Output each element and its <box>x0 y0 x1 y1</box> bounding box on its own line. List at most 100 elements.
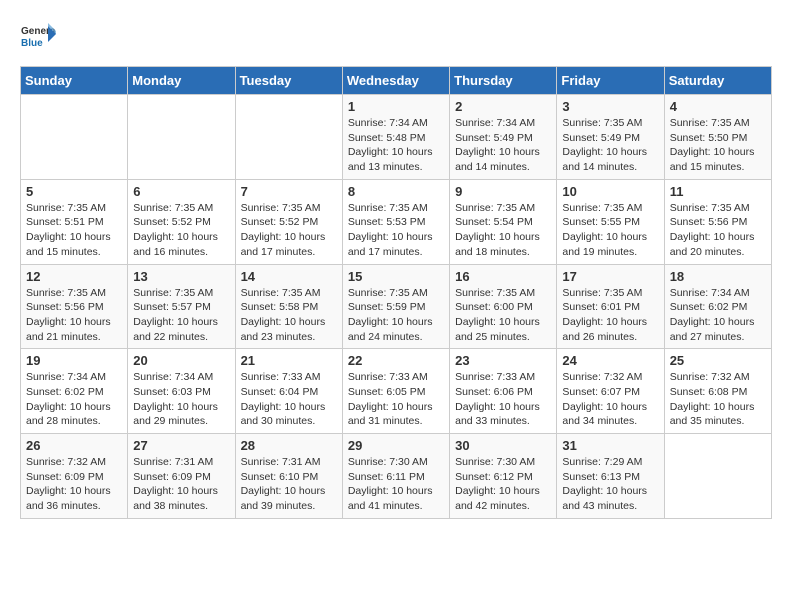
day-info: Sunrise: 7:30 AMSunset: 6:12 PMDaylight:… <box>455 455 551 514</box>
calendar-cell <box>128 95 235 180</box>
day-number: 3 <box>562 99 658 114</box>
day-info: Sunrise: 7:31 AMSunset: 6:10 PMDaylight:… <box>241 455 337 514</box>
calendar-cell: 22 Sunrise: 7:33 AMSunset: 6:05 PMDaylig… <box>342 349 449 434</box>
day-number: 13 <box>133 269 229 284</box>
calendar-cell: 6 Sunrise: 7:35 AMSunset: 5:52 PMDayligh… <box>128 179 235 264</box>
day-number: 31 <box>562 438 658 453</box>
day-info: Sunrise: 7:35 AMSunset: 5:57 PMDaylight:… <box>133 286 229 345</box>
calendar-cell: 1 Sunrise: 7:34 AMSunset: 5:48 PMDayligh… <box>342 95 449 180</box>
calendar-cell: 19 Sunrise: 7:34 AMSunset: 6:02 PMDaylig… <box>21 349 128 434</box>
header-row: SundayMondayTuesdayWednesdayThursdayFrid… <box>21 67 772 95</box>
day-info: Sunrise: 7:34 AMSunset: 6:02 PMDaylight:… <box>670 286 766 345</box>
calendar-cell: 29 Sunrise: 7:30 AMSunset: 6:11 PMDaylig… <box>342 434 449 519</box>
calendar-cell: 7 Sunrise: 7:35 AMSunset: 5:52 PMDayligh… <box>235 179 342 264</box>
day-info: Sunrise: 7:32 AMSunset: 6:08 PMDaylight:… <box>670 370 766 429</box>
calendar-cell: 15 Sunrise: 7:35 AMSunset: 5:59 PMDaylig… <box>342 264 449 349</box>
day-number: 17 <box>562 269 658 284</box>
day-number: 27 <box>133 438 229 453</box>
calendar-cell: 3 Sunrise: 7:35 AMSunset: 5:49 PMDayligh… <box>557 95 664 180</box>
day-info: Sunrise: 7:35 AMSunset: 5:52 PMDaylight:… <box>241 201 337 260</box>
week-row-3: 12 Sunrise: 7:35 AMSunset: 5:56 PMDaylig… <box>21 264 772 349</box>
calendar-cell: 28 Sunrise: 7:31 AMSunset: 6:10 PMDaylig… <box>235 434 342 519</box>
day-info: Sunrise: 7:35 AMSunset: 5:58 PMDaylight:… <box>241 286 337 345</box>
calendar-cell: 12 Sunrise: 7:35 AMSunset: 5:56 PMDaylig… <box>21 264 128 349</box>
calendar-cell <box>235 95 342 180</box>
calendar-cell: 17 Sunrise: 7:35 AMSunset: 6:01 PMDaylig… <box>557 264 664 349</box>
calendar-cell: 11 Sunrise: 7:35 AMSunset: 5:56 PMDaylig… <box>664 179 771 264</box>
day-info: Sunrise: 7:35 AMSunset: 6:00 PMDaylight:… <box>455 286 551 345</box>
day-number: 24 <box>562 353 658 368</box>
day-number: 23 <box>455 353 551 368</box>
day-info: Sunrise: 7:35 AMSunset: 5:55 PMDaylight:… <box>562 201 658 260</box>
day-number: 4 <box>670 99 766 114</box>
calendar-table: SundayMondayTuesdayWednesdayThursdayFrid… <box>20 66 772 519</box>
calendar-cell: 14 Sunrise: 7:35 AMSunset: 5:58 PMDaylig… <box>235 264 342 349</box>
day-info: Sunrise: 7:34 AMSunset: 6:03 PMDaylight:… <box>133 370 229 429</box>
day-info: Sunrise: 7:33 AMSunset: 6:05 PMDaylight:… <box>348 370 444 429</box>
calendar-cell: 13 Sunrise: 7:35 AMSunset: 5:57 PMDaylig… <box>128 264 235 349</box>
week-row-4: 19 Sunrise: 7:34 AMSunset: 6:02 PMDaylig… <box>21 349 772 434</box>
day-info: Sunrise: 7:29 AMSunset: 6:13 PMDaylight:… <box>562 455 658 514</box>
calendar-cell: 8 Sunrise: 7:35 AMSunset: 5:53 PMDayligh… <box>342 179 449 264</box>
day-info: Sunrise: 7:30 AMSunset: 6:11 PMDaylight:… <box>348 455 444 514</box>
day-number: 22 <box>348 353 444 368</box>
calendar-cell: 5 Sunrise: 7:35 AMSunset: 5:51 PMDayligh… <box>21 179 128 264</box>
day-info: Sunrise: 7:35 AMSunset: 5:53 PMDaylight:… <box>348 201 444 260</box>
calendar-cell: 23 Sunrise: 7:33 AMSunset: 6:06 PMDaylig… <box>450 349 557 434</box>
calendar-cell: 30 Sunrise: 7:30 AMSunset: 6:12 PMDaylig… <box>450 434 557 519</box>
logo-svg: General Blue <box>20 20 56 56</box>
day-info: Sunrise: 7:31 AMSunset: 6:09 PMDaylight:… <box>133 455 229 514</box>
day-info: Sunrise: 7:34 AMSunset: 5:48 PMDaylight:… <box>348 116 444 175</box>
day-number: 7 <box>241 184 337 199</box>
day-info: Sunrise: 7:34 AMSunset: 6:02 PMDaylight:… <box>26 370 122 429</box>
day-info: Sunrise: 7:33 AMSunset: 6:06 PMDaylight:… <box>455 370 551 429</box>
day-number: 1 <box>348 99 444 114</box>
day-number: 28 <box>241 438 337 453</box>
week-row-1: 1 Sunrise: 7:34 AMSunset: 5:48 PMDayligh… <box>21 95 772 180</box>
day-info: Sunrise: 7:35 AMSunset: 5:59 PMDaylight:… <box>348 286 444 345</box>
day-number: 8 <box>348 184 444 199</box>
day-number: 26 <box>26 438 122 453</box>
week-row-2: 5 Sunrise: 7:35 AMSunset: 5:51 PMDayligh… <box>21 179 772 264</box>
day-number: 19 <box>26 353 122 368</box>
header-cell-monday: Monday <box>128 67 235 95</box>
day-info: Sunrise: 7:35 AMSunset: 5:56 PMDaylight:… <box>670 201 766 260</box>
day-info: Sunrise: 7:35 AMSunset: 5:50 PMDaylight:… <box>670 116 766 175</box>
calendar-cell: 24 Sunrise: 7:32 AMSunset: 6:07 PMDaylig… <box>557 349 664 434</box>
day-number: 16 <box>455 269 551 284</box>
header-cell-wednesday: Wednesday <box>342 67 449 95</box>
day-info: Sunrise: 7:35 AMSunset: 5:54 PMDaylight:… <box>455 201 551 260</box>
day-number: 29 <box>348 438 444 453</box>
day-info: Sunrise: 7:34 AMSunset: 5:49 PMDaylight:… <box>455 116 551 175</box>
calendar-cell: 27 Sunrise: 7:31 AMSunset: 6:09 PMDaylig… <box>128 434 235 519</box>
logo: General Blue <box>20 20 56 56</box>
header-cell-tuesday: Tuesday <box>235 67 342 95</box>
header-cell-thursday: Thursday <box>450 67 557 95</box>
day-info: Sunrise: 7:35 AMSunset: 5:49 PMDaylight:… <box>562 116 658 175</box>
svg-text:Blue: Blue <box>21 38 43 49</box>
day-number: 15 <box>348 269 444 284</box>
calendar-cell: 20 Sunrise: 7:34 AMSunset: 6:03 PMDaylig… <box>128 349 235 434</box>
day-number: 30 <box>455 438 551 453</box>
day-number: 25 <box>670 353 766 368</box>
header-cell-sunday: Sunday <box>21 67 128 95</box>
week-row-5: 26 Sunrise: 7:32 AMSunset: 6:09 PMDaylig… <box>21 434 772 519</box>
calendar-cell: 9 Sunrise: 7:35 AMSunset: 5:54 PMDayligh… <box>450 179 557 264</box>
day-number: 2 <box>455 99 551 114</box>
calendar-cell: 4 Sunrise: 7:35 AMSunset: 5:50 PMDayligh… <box>664 95 771 180</box>
day-info: Sunrise: 7:35 AMSunset: 6:01 PMDaylight:… <box>562 286 658 345</box>
day-info: Sunrise: 7:32 AMSunset: 6:09 PMDaylight:… <box>26 455 122 514</box>
day-number: 12 <box>26 269 122 284</box>
day-info: Sunrise: 7:35 AMSunset: 5:56 PMDaylight:… <box>26 286 122 345</box>
day-number: 20 <box>133 353 229 368</box>
day-number: 9 <box>455 184 551 199</box>
calendar-cell <box>21 95 128 180</box>
calendar-cell: 18 Sunrise: 7:34 AMSunset: 6:02 PMDaylig… <box>664 264 771 349</box>
day-number: 21 <box>241 353 337 368</box>
calendar-cell: 2 Sunrise: 7:34 AMSunset: 5:49 PMDayligh… <box>450 95 557 180</box>
day-number: 10 <box>562 184 658 199</box>
day-number: 5 <box>26 184 122 199</box>
header-cell-friday: Friday <box>557 67 664 95</box>
page-header: General Blue <box>20 20 772 56</box>
day-info: Sunrise: 7:35 AMSunset: 5:52 PMDaylight:… <box>133 201 229 260</box>
